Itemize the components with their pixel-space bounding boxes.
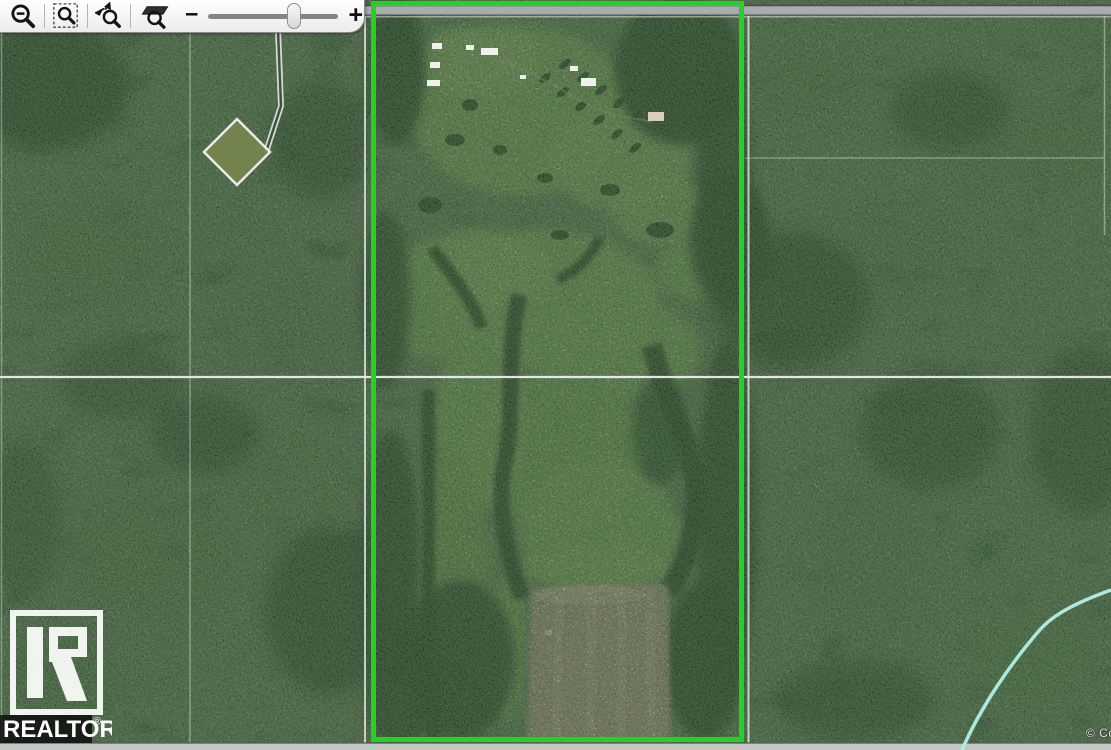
registered-trademark-symbol: ® xyxy=(93,716,101,728)
zoom-rectangle-button[interactable] xyxy=(49,1,83,31)
toolbar-separator xyxy=(130,4,131,28)
zoom-extent-button[interactable] xyxy=(135,1,175,31)
realtor-r-glyph xyxy=(49,627,87,701)
magnifier-minus-icon xyxy=(10,3,37,30)
zoom-step-out-label[interactable]: − xyxy=(185,3,198,26)
toolbar-separator xyxy=(44,4,45,28)
pan-zoom-button[interactable] xyxy=(92,1,126,31)
zoom-out-button[interactable] xyxy=(6,1,40,31)
zoom-slider-handle[interactable] xyxy=(287,3,301,29)
magnifier-marquee-icon xyxy=(52,2,80,30)
property-boundary xyxy=(371,1,744,742)
realtor-logo: REALTOR ® xyxy=(0,605,112,747)
map-viewport[interactable]: − + REALTOR ® © Co xyxy=(0,0,1111,750)
zoom-toolbar: − + xyxy=(0,0,365,33)
magnifier-arrows-icon xyxy=(95,2,123,30)
zoom-slider-rail xyxy=(208,14,338,19)
map-attribution: © Co xyxy=(1086,726,1111,740)
zoom-slider-track[interactable] xyxy=(208,3,338,29)
magnifier-flag-icon xyxy=(139,2,172,30)
toolbar-separator xyxy=(87,4,88,28)
zoom-step-in-label[interactable]: + xyxy=(348,3,363,28)
